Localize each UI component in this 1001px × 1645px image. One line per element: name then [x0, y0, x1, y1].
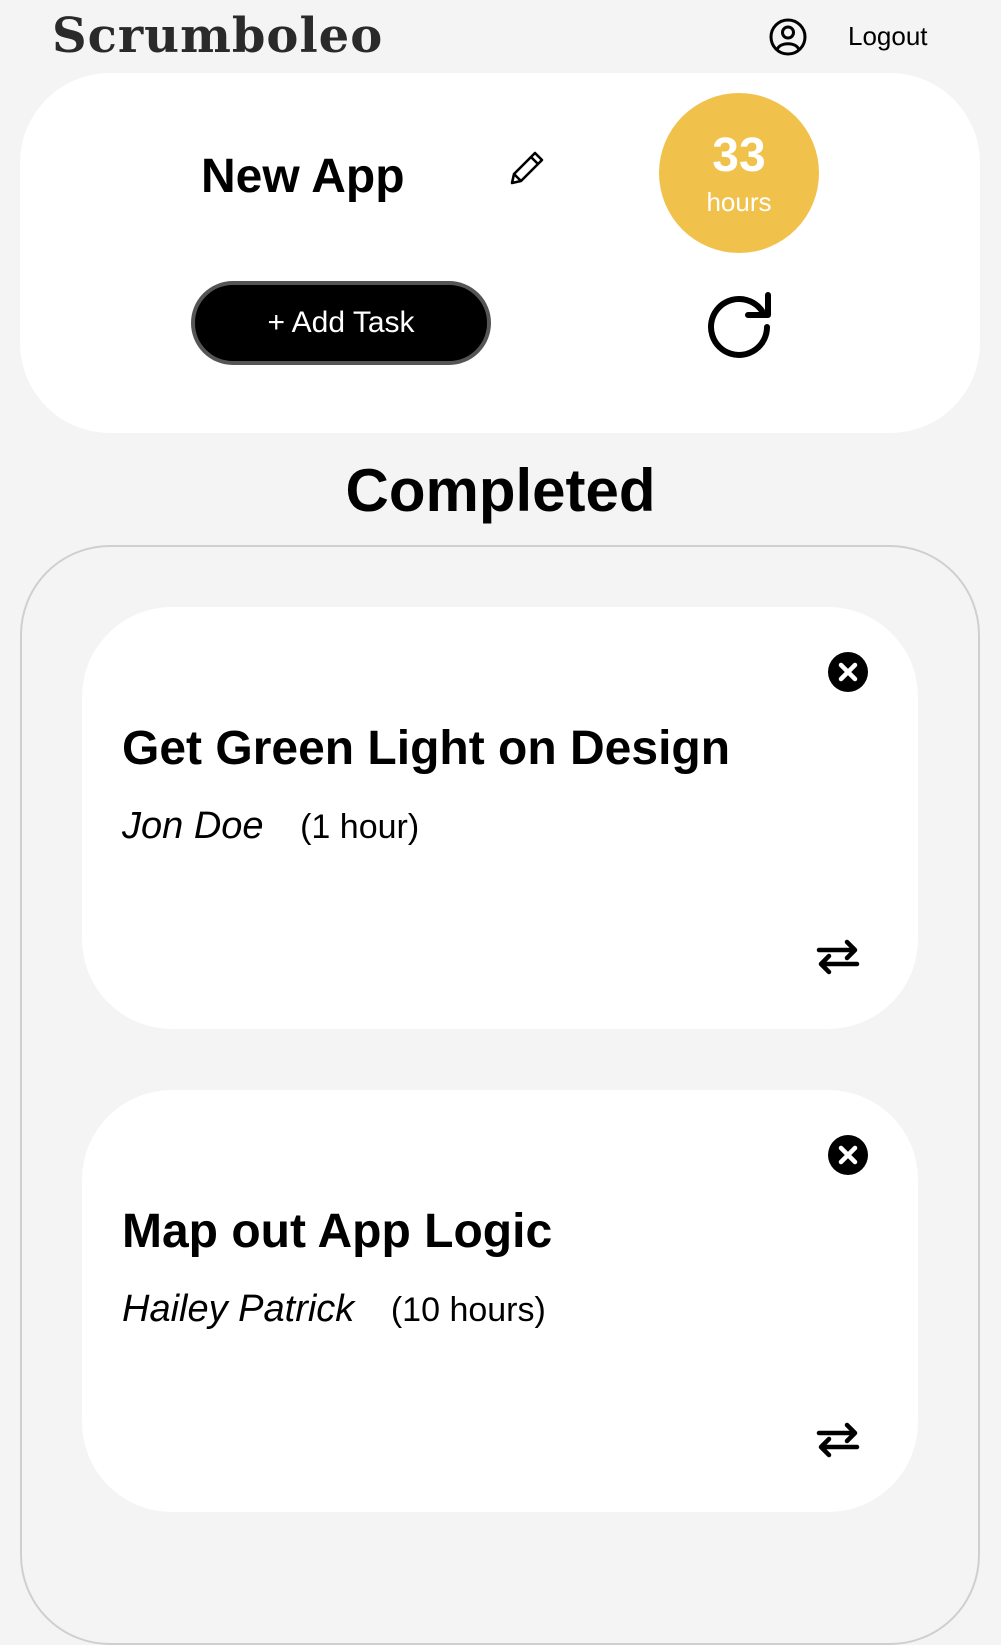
completed-column: Get Green Light on Design Jon Doe (1 hou…	[20, 545, 980, 1645]
hours-unit: hours	[706, 187, 772, 217]
task-title: Map out App Logic	[122, 1205, 553, 1258]
section-title: Completed	[345, 457, 656, 524]
pencil-icon[interactable]	[504, 147, 548, 191]
add-task-button[interactable]: + Add Task	[191, 281, 491, 365]
hours-badge: 33 hours	[659, 93, 819, 253]
swap-arrows-icon[interactable]	[815, 1420, 861, 1460]
task-meta: Hailey Patrick (10 hours)	[122, 1286, 546, 1333]
refresh-icon[interactable]	[702, 287, 776, 361]
task-assignee: Hailey Patrick	[122, 1288, 355, 1330]
user-circle-icon[interactable]	[768, 17, 808, 57]
app-logo[interactable]: Scrumboleo	[52, 4, 383, 68]
swap-arrows-icon[interactable]	[815, 937, 861, 977]
task-assignee: Jon Doe	[122, 805, 264, 847]
task-card[interactable]: Get Green Light on Design Jon Doe (1 hou…	[82, 607, 918, 1029]
project-card: New App 33 hours + Add Task	[20, 73, 980, 433]
logout-link[interactable]: Logout	[848, 20, 928, 52]
project-title: New App	[201, 150, 405, 203]
task-duration: (1 hour)	[300, 808, 420, 846]
close-circle-icon[interactable]	[827, 651, 869, 693]
hours-value: 33	[712, 129, 766, 182]
task-title: Get Green Light on Design	[122, 722, 731, 775]
task-duration: (10 hours)	[390, 1291, 546, 1329]
close-circle-icon[interactable]	[827, 1134, 869, 1176]
top-bar: Scrumboleo Logout	[0, 0, 1001, 72]
task-meta: Jon Doe (1 hour)	[122, 803, 419, 850]
task-card[interactable]: Map out App Logic Hailey Patrick (10 hou…	[82, 1090, 918, 1512]
